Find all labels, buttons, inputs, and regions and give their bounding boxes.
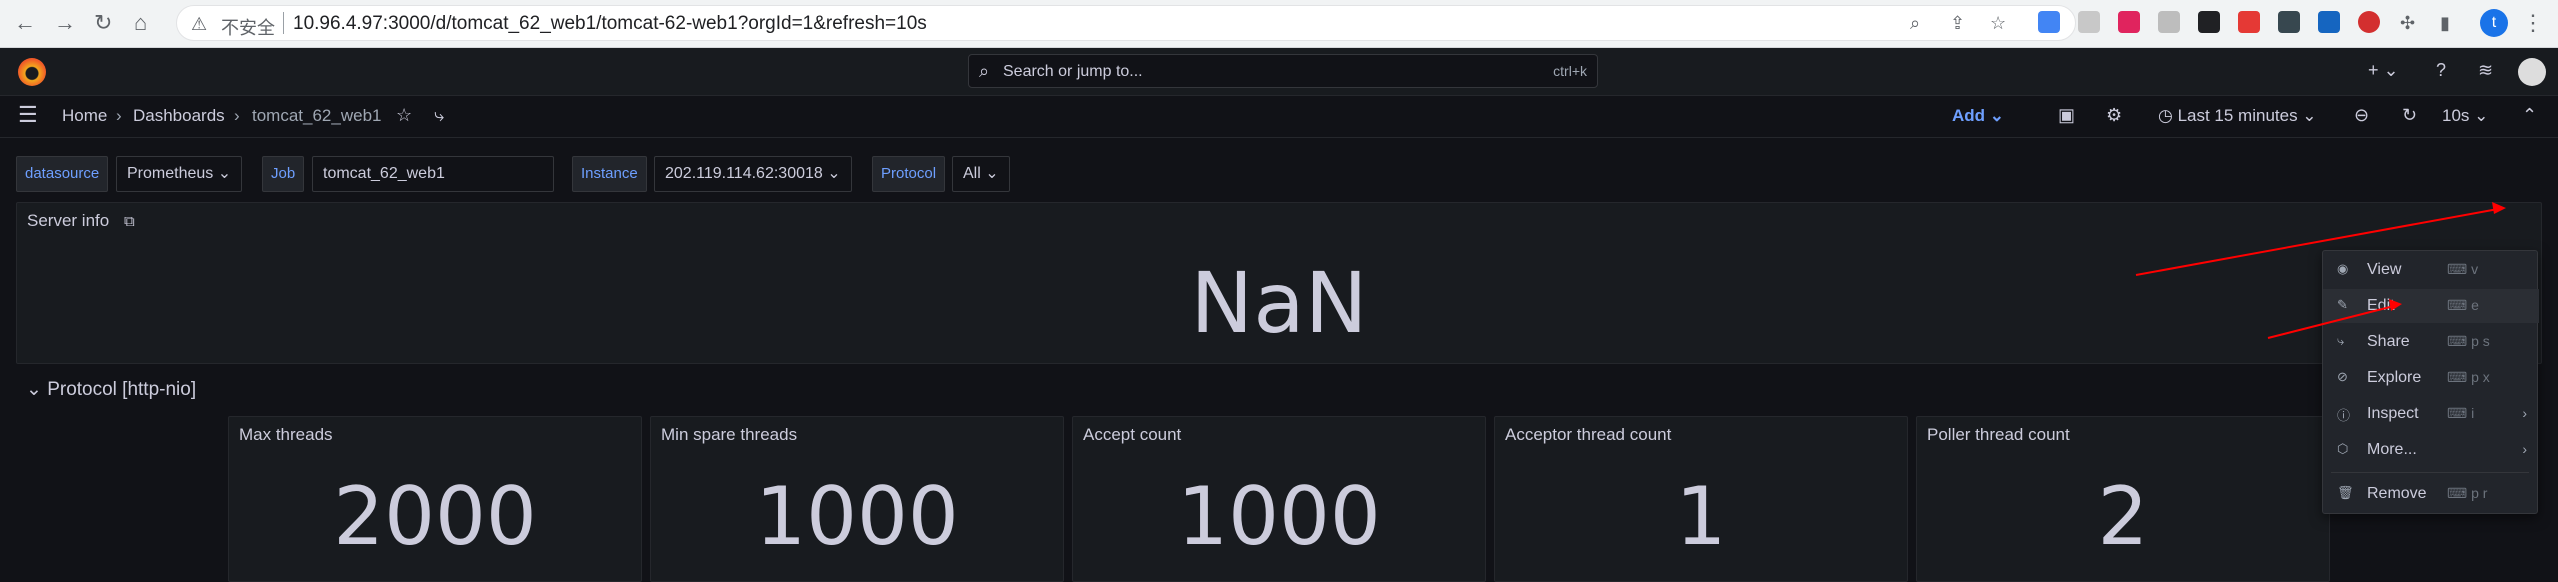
- arrow-head: [2492, 202, 2506, 214]
- arrow-head: [2389, 299, 2402, 311]
- annotation-arrow: [2267, 305, 2395, 339]
- annotation-arrow: [2135, 208, 2499, 276]
- annotation-arrows: [2135, 202, 2506, 339]
